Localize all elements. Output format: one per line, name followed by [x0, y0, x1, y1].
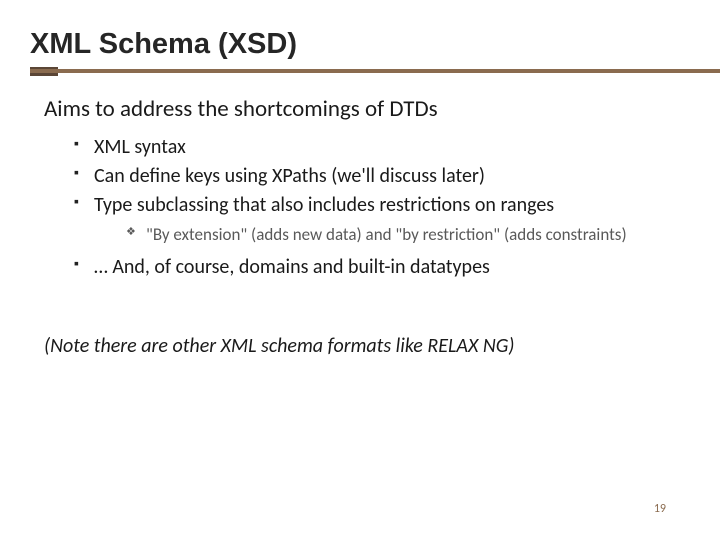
list-item: Type subclassing that also includes rest…: [74, 191, 676, 253]
bullet-text: XML syntax: [94, 135, 186, 159]
list-item: XML syntax: [74, 133, 676, 162]
title-block: XML Schema (XSD): [0, 0, 720, 77]
slide-title: XML Schema (XSD): [30, 28, 720, 61]
lead-text: Aims to address the shortcomings of DTDs: [44, 95, 676, 123]
bullet-text: Type subclassing that also includes rest…: [94, 193, 554, 217]
list-item: Can define keys using XPaths (we'll disc…: [74, 162, 676, 191]
bullet-text: … And, of course, domains and built-in d…: [94, 255, 490, 279]
bullet-text: Can define keys using XPaths (we'll disc…: [94, 164, 485, 188]
slide-body: Aims to address the shortcomings of DTDs…: [0, 77, 720, 358]
list-item: … And, of course, domains and built-in d…: [74, 253, 676, 282]
bullet-text: "By extension" (adds new data) and "by r…: [146, 224, 627, 245]
footnote: (Note there are other XML schema formats…: [44, 334, 676, 358]
title-underline: [30, 67, 720, 77]
page-number: 19: [654, 502, 666, 516]
slide: XML Schema (XSD) Aims to address the sho…: [0, 0, 720, 540]
list-item: "By extension" (adds new data) and "by r…: [126, 222, 676, 247]
sub-bullet-list: "By extension" (adds new data) and "by r…: [94, 222, 676, 247]
underline-bar: [30, 69, 720, 73]
bullet-list: XML syntax Can define keys using XPaths …: [44, 133, 676, 282]
